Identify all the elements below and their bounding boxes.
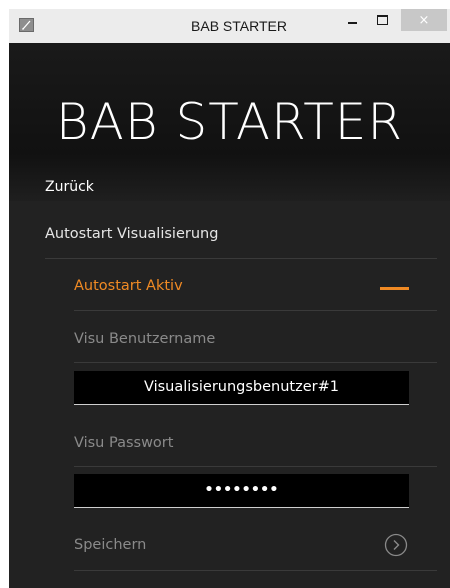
main-content: BAB STARTER Zurück Autostart Visualisier…	[9, 43, 450, 588]
maximize-button[interactable]	[369, 9, 395, 31]
app-title: BAB STARTER	[55, 93, 404, 151]
title-bar[interactable]: BAB STARTER ×	[9, 9, 450, 43]
password-label-row: Visu Passwort	[9, 415, 450, 467]
app-header: BAB STARTER Zurück	[9, 43, 450, 201]
autostart-label: Autostart Aktiv	[74, 278, 183, 294]
divider	[74, 570, 437, 571]
username-label: Visu Benutzername	[74, 331, 216, 347]
app-icon[interactable]	[19, 18, 34, 32]
divider	[74, 362, 437, 363]
close-button[interactable]: ×	[401, 9, 447, 31]
close-icon: ×	[418, 12, 430, 28]
save-row[interactable]: Speichern	[9, 519, 450, 571]
username-input[interactable]: Visualisierungsbenutzer#1	[74, 371, 409, 405]
password-input[interactable]: ••••••••	[74, 474, 409, 508]
save-label: Speichern	[74, 537, 147, 553]
app-window: BAB STARTER × BAB STARTER Zurück Autosta…	[9, 9, 450, 588]
back-link[interactable]: Zurück	[45, 179, 94, 195]
pencil-icon	[22, 20, 31, 30]
password-label: Visu Passwort	[74, 435, 174, 451]
chevron-right-circle-icon[interactable]	[384, 533, 408, 557]
maximize-icon	[376, 15, 388, 25]
minimize-icon	[347, 22, 357, 24]
username-label-row: Visu Benutzername	[9, 311, 450, 363]
autostart-toggle-row[interactable]: Autostart Aktiv	[9, 259, 450, 311]
section-autostart-visualisierung[interactable]: Autostart Visualisierung	[9, 209, 450, 259]
section-label: Autostart Visualisierung	[45, 226, 219, 242]
divider	[74, 466, 437, 467]
window-title: BAB STARTER	[191, 18, 287, 34]
toggle-active-indicator[interactable]	[380, 287, 409, 290]
minimize-button[interactable]	[339, 9, 365, 31]
